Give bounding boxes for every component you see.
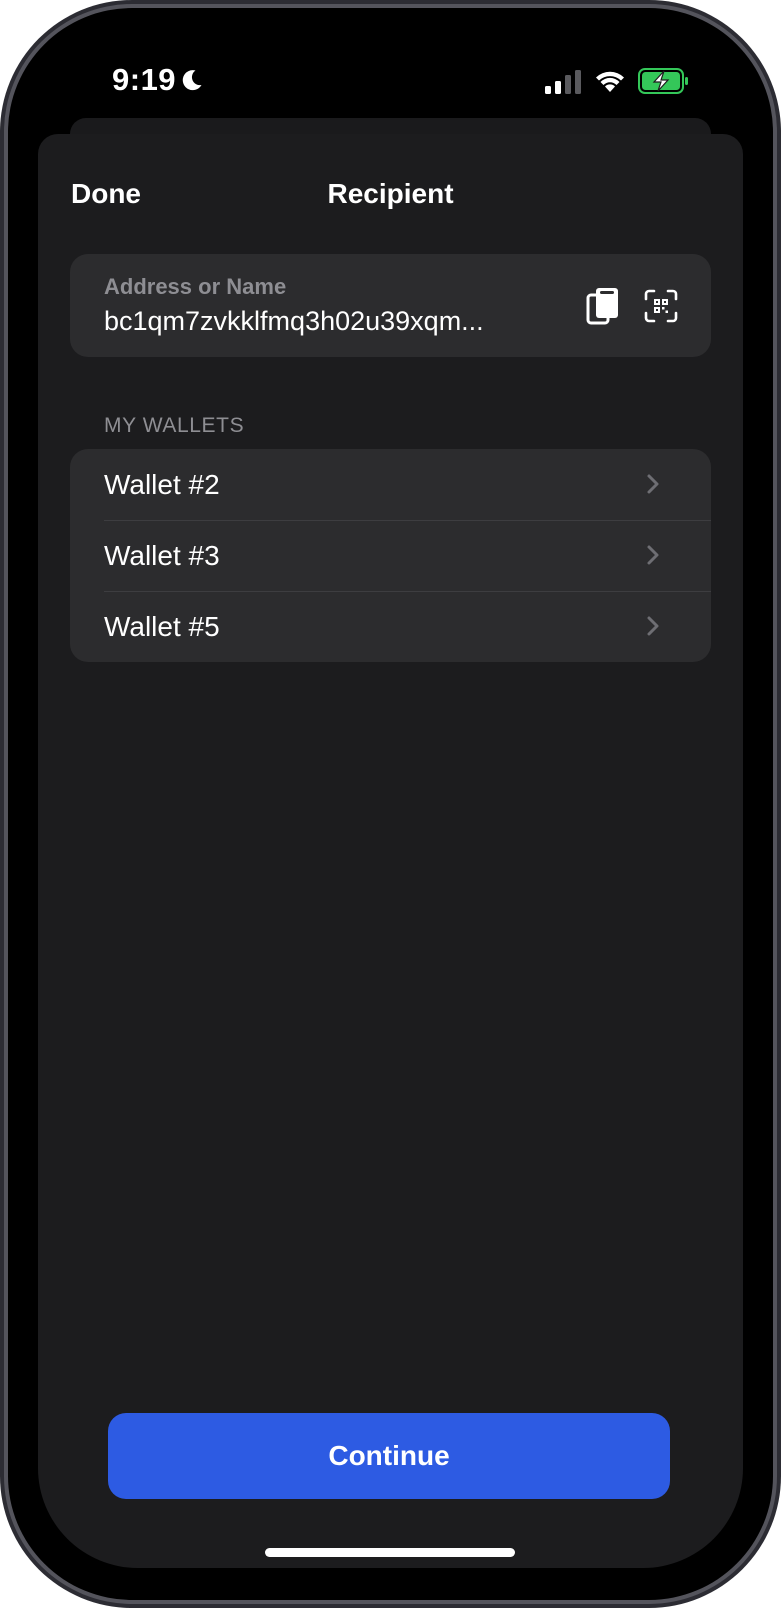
chevron-right-icon <box>647 545 659 565</box>
page-title: Recipient <box>327 178 454 209</box>
wallet-row-2[interactable]: Wallet #2 <box>70 449 711 520</box>
qr-scan-icon[interactable] <box>644 289 678 323</box>
wifi-icon <box>596 71 624 92</box>
wallet-label: Wallet #5 <box>104 611 220 642</box>
wallet-row-5[interactable]: Wallet #5 <box>70 591 711 662</box>
cellular-signal-icon <box>545 70 581 94</box>
chevron-right-icon <box>647 616 659 636</box>
wallet-row-3[interactable]: Wallet #3 <box>70 520 711 591</box>
home-indicator[interactable] <box>265 1548 515 1557</box>
my-wallets-header: MY WALLETS <box>104 414 245 437</box>
moon-icon <box>182 70 202 91</box>
address-field[interactable]: Address or Name bc1qm7zvkklfmq3h02u39xqm… <box>70 254 711 357</box>
chevron-right-icon <box>647 474 659 494</box>
wallet-label: Wallet #3 <box>104 540 220 571</box>
battery-charging-icon <box>638 68 688 94</box>
recipient-sheet: Done Recipient Address or Name bc1qm7zvk… <box>38 134 743 1568</box>
continue-button[interactable]: Continue <box>108 1413 670 1499</box>
wallet-list: Wallet #2 Wallet #3 Wallet #5 <box>70 449 711 662</box>
address-input[interactable]: bc1qm7zvkklfmq3h02u39xqm... <box>104 306 484 337</box>
address-field-label: Address or Name <box>104 274 287 299</box>
paste-icon[interactable] <box>585 286 621 326</box>
status-bar: 9:19 <box>0 0 781 120</box>
status-time: 9:19 <box>112 62 177 97</box>
nav-bar: Done Recipient <box>38 164 743 224</box>
wallet-label: Wallet #2 <box>104 469 220 500</box>
